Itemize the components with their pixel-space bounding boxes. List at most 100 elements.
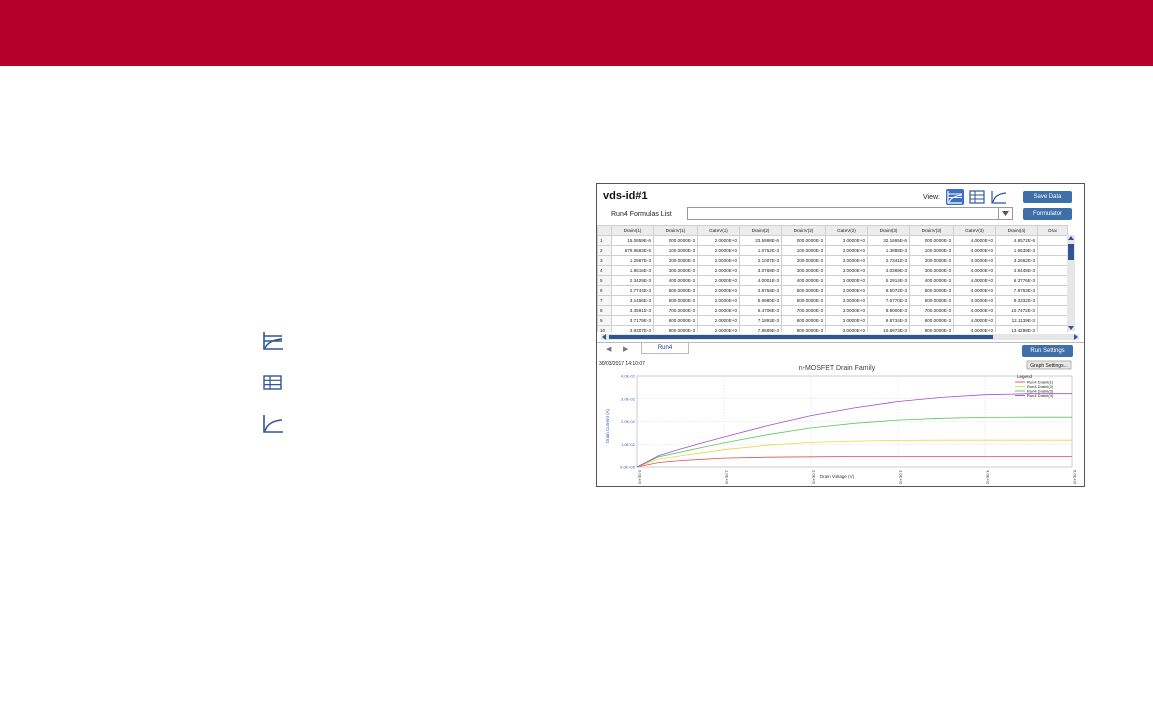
table-cell[interactable]: 1.2967E-3 bbox=[611, 255, 654, 266]
table-cell[interactable]: 4.0000E+0 bbox=[953, 305, 996, 316]
vertical-scrollbar[interactable] bbox=[1067, 235, 1075, 331]
table-cell[interactable]: 4.8448E-3 bbox=[995, 265, 1038, 276]
table-view-icon[interactable] bbox=[968, 189, 986, 205]
table-cell[interactable]: 800.0000E-3 bbox=[781, 315, 826, 326]
table-cell[interactable]: 10.7472E-3 bbox=[995, 305, 1038, 316]
table-cell[interactable] bbox=[1037, 275, 1068, 286]
table-cell[interactable]: 7.1893E-3 bbox=[739, 315, 782, 326]
table-cell[interactable]: 4.0000E+0 bbox=[953, 245, 996, 256]
table-cell[interactable]: 4.0369E-3 bbox=[867, 265, 910, 276]
table-cell[interactable] bbox=[1037, 285, 1068, 296]
table-cell[interactable]: 2.3429E-3 bbox=[611, 275, 654, 286]
table-cell[interactable]: 300.0000E-3 bbox=[909, 265, 954, 276]
table-cell[interactable]: 1.8516E-3 bbox=[611, 265, 654, 276]
table-cell[interactable]: 2.0000E+0 bbox=[697, 235, 740, 246]
table-cell[interactable]: 2.7744E-3 bbox=[611, 285, 654, 296]
table-cell[interactable]: 500.0000E-3 bbox=[781, 285, 826, 296]
column-header[interactable]: DrainI(2) bbox=[739, 225, 782, 236]
table-cell[interactable]: 3.0000E+0 bbox=[825, 315, 868, 326]
table-cell[interactable]: 3.0000E+0 bbox=[825, 265, 868, 276]
table-cell[interactable]: 800.0000E-3 bbox=[909, 315, 954, 326]
table-cell[interactable]: 2.0000E+0 bbox=[697, 275, 740, 286]
table-cell[interactable]: 679.9683E-6 bbox=[611, 245, 654, 256]
table-cell[interactable]: 200.0000E-3 bbox=[653, 255, 698, 266]
table-cell[interactable]: 7.8589E-3 bbox=[739, 325, 782, 332]
column-header[interactable]: DrainI(3) bbox=[867, 225, 910, 236]
column-header[interactable]: GateV(1) bbox=[697, 225, 740, 236]
table-cell[interactable]: 900.0000E-3 bbox=[909, 325, 954, 332]
table-cell[interactable]: 4.0000E+0 bbox=[953, 255, 996, 266]
table-cell[interactable]: 4.8572E-6 bbox=[995, 235, 1038, 246]
table-cell[interactable]: 1.3888E-3 bbox=[867, 245, 910, 256]
table-cell[interactable]: 2.0000E+0 bbox=[697, 285, 740, 296]
column-header[interactable]: GateV(3) bbox=[953, 225, 996, 236]
table-cell[interactable]: 2.0000E+0 bbox=[697, 245, 740, 256]
table-cell[interactable]: 10.8973E-3 bbox=[867, 325, 910, 332]
table-cell[interactable] bbox=[1037, 315, 1068, 326]
table-cell[interactable]: 4.0000E+0 bbox=[953, 295, 996, 306]
table-cell[interactable]: 900.0000E-3 bbox=[781, 325, 826, 332]
table-cell[interactable]: 6.5072E-3 bbox=[867, 285, 910, 296]
next-run-arrow-icon[interactable]: ▶ bbox=[623, 345, 628, 353]
vertical-scroll-thumb[interactable] bbox=[1068, 244, 1074, 260]
table-cell[interactable]: 23.5998E-6 bbox=[739, 235, 782, 246]
table-cell[interactable]: 100.0000E-3 bbox=[909, 245, 954, 256]
table-row[interactable]: 9 3.7179E-3 800.0000E-3 2.0000E+0 7.1893E-3 8… bbox=[597, 315, 1068, 326]
table-cell[interactable]: 8.8000E-3 bbox=[867, 305, 910, 316]
table-cell[interactable] bbox=[1037, 245, 1068, 256]
table-cell[interactable]: 800.0000E-3 bbox=[653, 315, 698, 326]
table-cell[interactable]: 400.0000E-3 bbox=[653, 275, 698, 286]
table-cell[interactable]: 2.0000E+0 bbox=[697, 295, 740, 306]
table-cell[interactable]: 700.0000E-3 bbox=[653, 305, 698, 316]
table-cell[interactable]: 4.0000E+0 bbox=[953, 265, 996, 276]
table-cell[interactable]: 3.2682E-3 bbox=[995, 255, 1038, 266]
table-cell[interactable]: 300.0000E-3 bbox=[781, 265, 826, 276]
graph-settings-label[interactable]: Graph Settings... bbox=[1030, 363, 1068, 369]
table-cell[interactable] bbox=[1037, 325, 1068, 332]
table-cell[interactable]: 3.0000E+0 bbox=[825, 245, 868, 256]
table-cell[interactable]: 4.0000E+0 bbox=[953, 285, 996, 296]
table-cell[interactable]: 3.0000E+0 bbox=[825, 325, 868, 332]
table-cell[interactable]: 700.0000E-3 bbox=[781, 305, 826, 316]
table-cell[interactable]: 4.0001E-3 bbox=[739, 275, 782, 286]
table-cell[interactable]: 2.7341E-3 bbox=[867, 255, 910, 266]
table-cell[interactable]: 3.1456E-3 bbox=[611, 295, 654, 306]
table-cell[interactable]: 5.6980E-3 bbox=[739, 295, 782, 306]
table-cell[interactable]: 3.0000E+0 bbox=[825, 305, 868, 316]
formulas-list-select[interactable] bbox=[687, 207, 1013, 220]
table-cell[interactable]: 4.0000E+0 bbox=[953, 325, 996, 332]
table-cell[interactable] bbox=[1037, 265, 1068, 276]
table-cell[interactable]: 900.0000E-3 bbox=[653, 325, 698, 332]
table-cell[interactable]: 600.0000E-3 bbox=[909, 295, 954, 306]
table-row[interactable]: 6 2.7744E-3 500.0000E-3 2.0000E+0 4.8758E-3 5… bbox=[597, 285, 1068, 296]
horizontal-scroll-thumb[interactable] bbox=[609, 335, 993, 339]
table-cell[interactable]: 2.0000E+0 bbox=[697, 325, 740, 332]
table-row[interactable]: 3 1.2967E-3 200.0000E-3 2.0000E+0 2.1007E-3 2… bbox=[597, 255, 1068, 266]
table-cell[interactable]: 13.4298E-3 bbox=[995, 325, 1038, 332]
table-cell[interactable]: 000.0000E-3 bbox=[909, 235, 954, 246]
table-cell[interactable]: 3.9307E-3 bbox=[611, 325, 654, 332]
horizontal-scrollbar[interactable] bbox=[601, 334, 1079, 340]
table-cell[interactable]: 700.0000E-3 bbox=[909, 305, 954, 316]
table-cell[interactable]: 12.1139E-3 bbox=[995, 315, 1038, 326]
table-cell[interactable]: 600.0000E-3 bbox=[653, 295, 698, 306]
table-cell[interactable]: 2.0000E+0 bbox=[697, 255, 740, 266]
column-header[interactable]: DrainV(3) bbox=[909, 225, 954, 236]
table-cell[interactable]: 000.0000E-3 bbox=[653, 235, 698, 246]
column-header[interactable]: DrainV(2) bbox=[781, 225, 826, 236]
table-row[interactable]: 5 2.3429E-3 400.0000E-3 2.0000E+0 4.0001E-3 4… bbox=[597, 275, 1068, 286]
table-cell[interactable]: 1.0752E-3 bbox=[739, 245, 782, 256]
table-cell[interactable]: 7.8763E-3 bbox=[995, 285, 1038, 296]
table-cell[interactable]: 4.0000E+0 bbox=[953, 315, 996, 326]
table-cell[interactable]: 000.0000E-3 bbox=[781, 235, 826, 246]
table-cell[interactable]: 400.0000E-3 bbox=[909, 275, 954, 286]
chevron-down-icon[interactable] bbox=[998, 208, 1012, 219]
table-cell[interactable]: 500.0000E-3 bbox=[909, 285, 954, 296]
table-cell[interactable]: 300.0000E-3 bbox=[653, 265, 698, 276]
table-cell[interactable]: 2.1007E-3 bbox=[739, 255, 782, 266]
table-cell[interactable]: 3.0000E+0 bbox=[825, 275, 868, 286]
table-cell[interactable]: 9.3332E-3 bbox=[995, 295, 1038, 306]
column-header[interactable]: DrainV(1) bbox=[653, 225, 698, 236]
graph-view-icon[interactable] bbox=[990, 189, 1008, 205]
table-cell[interactable]: 15.0859E-6 bbox=[611, 235, 654, 246]
